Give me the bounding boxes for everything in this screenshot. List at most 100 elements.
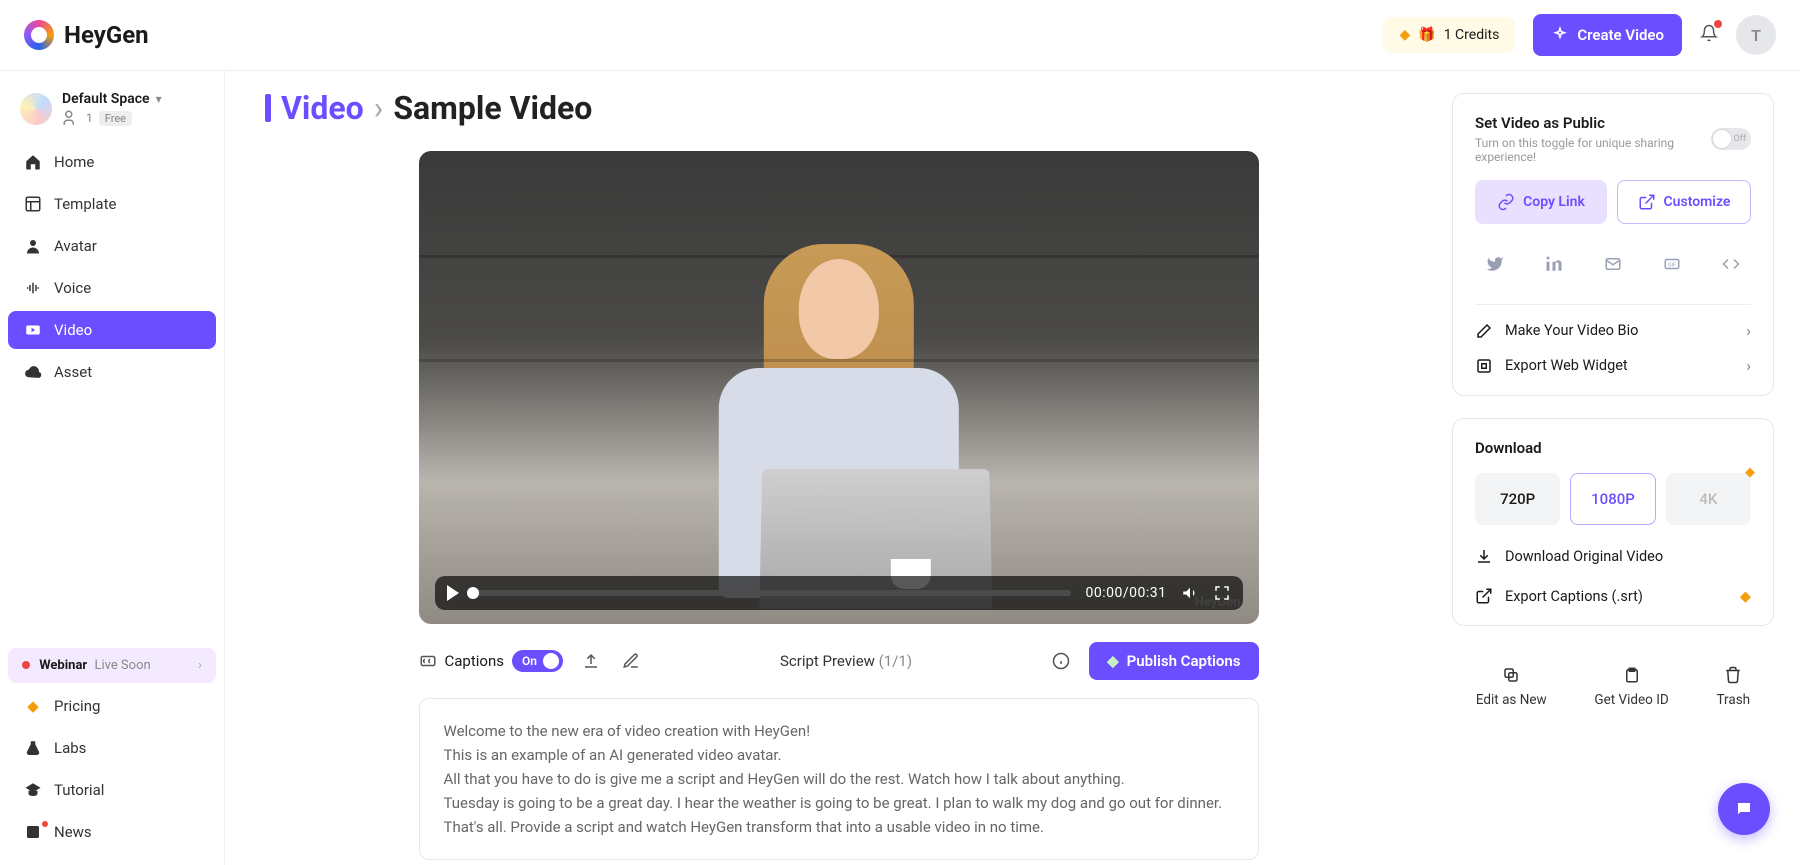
customize-button[interactable]: Customize: [1617, 180, 1751, 224]
set-public-subtitle: Turn on this toggle for unique sharing e…: [1475, 136, 1711, 164]
sidebar-item-label: Home: [54, 153, 94, 171]
edit-icon: [1475, 322, 1493, 340]
sidebar-item-asset[interactable]: Asset: [8, 353, 216, 391]
chevron-right-icon: ›: [374, 89, 384, 127]
sidebar-item-news[interactable]: News: [8, 813, 216, 851]
twitter-icon[interactable]: [1475, 244, 1515, 284]
create-video-label: Create Video: [1577, 26, 1664, 44]
edit-as-new-button[interactable]: Edit as New: [1476, 666, 1547, 708]
create-video-button[interactable]: Create Video: [1533, 14, 1682, 56]
captions-toggle[interactable]: On: [512, 650, 563, 672]
avatar-letter: T: [1751, 26, 1761, 45]
graduation-icon: [24, 781, 42, 799]
sidebar-item-label: Tutorial: [54, 781, 104, 799]
linkedin-icon[interactable]: [1534, 244, 1574, 284]
action-label: Edit as New: [1476, 692, 1547, 708]
download-original-button[interactable]: Download Original Video: [1475, 547, 1751, 565]
gift-icon: 🎁: [1418, 27, 1435, 43]
diamond-icon: ◆: [24, 697, 42, 715]
share-panel: Set Video as Public Turn on this toggle …: [1452, 93, 1774, 396]
cc-icon: [419, 652, 437, 670]
upload-captions-button[interactable]: [579, 649, 603, 673]
workspace-icon: [20, 93, 52, 125]
premium-badge-icon: ◆: [1745, 465, 1755, 480]
workspace-selector[interactable]: Default Space ▾ 1 Free: [8, 85, 216, 143]
live-dot-icon: [22, 661, 30, 669]
sidebar-item-label: Template: [54, 195, 116, 213]
sidebar-item-tutorial[interactable]: Tutorial: [8, 771, 216, 809]
accent-bar: [265, 94, 271, 122]
copy-icon: [1502, 666, 1520, 684]
make-video-bio-button[interactable]: Make Your Video Bio ›: [1475, 305, 1751, 340]
export-web-widget-button[interactable]: Export Web Widget ›: [1475, 340, 1751, 375]
sidebar-item-avatar[interactable]: Avatar: [8, 227, 216, 265]
customize-label: Customize: [1664, 194, 1731, 210]
chat-fab-button[interactable]: [1718, 783, 1770, 835]
export-captions-button[interactable]: Export Captions (.srt) ◆: [1475, 587, 1751, 605]
sidebar-item-labs[interactable]: Labs: [8, 729, 216, 767]
publish-label: Publish Captions: [1127, 652, 1241, 670]
script-preview-label: Script Preview: [780, 652, 875, 670]
sidebar: Default Space ▾ 1 Free Home: [0, 71, 225, 865]
resolution-720p[interactable]: 720P: [1475, 473, 1560, 525]
dl-item-label: Download Original Video: [1505, 548, 1663, 565]
volume-icon[interactable]: [1181, 584, 1199, 602]
home-icon: [24, 153, 42, 171]
link-icon: [1497, 193, 1515, 211]
resolution-1080p[interactable]: 1080P: [1570, 473, 1655, 525]
seek-bar[interactable]: [473, 590, 1072, 596]
script-count: (1/1): [879, 652, 912, 670]
diamond-icon: ◆: [1399, 27, 1410, 43]
info-button[interactable]: [1049, 649, 1073, 673]
credits-label: 1 Credits: [1444, 27, 1500, 43]
sidebar-item-label: Voice: [54, 279, 91, 297]
list-item-label: Export Web Widget: [1505, 357, 1628, 374]
sidebar-item-template[interactable]: Template: [8, 185, 216, 223]
video-icon: [24, 321, 42, 339]
trash-button[interactable]: Trash: [1717, 666, 1751, 708]
widget-icon: [1475, 357, 1493, 375]
person-icon: [24, 237, 42, 255]
sidebar-item-voice[interactable]: Voice: [8, 269, 216, 307]
sidebar-item-pricing[interactable]: ◆ Pricing: [8, 687, 216, 725]
chevron-right-icon: ›: [1746, 321, 1751, 340]
public-toggle[interactable]: Off: [1711, 128, 1751, 150]
external-icon: [1638, 193, 1656, 211]
webinar-label: Webinar: [39, 658, 87, 673]
gif-icon[interactable]: GIF: [1652, 244, 1692, 284]
logo[interactable]: HeyGen: [24, 20, 149, 50]
user-avatar[interactable]: T: [1736, 15, 1776, 55]
publish-captions-button[interactable]: ◆ Publish Captions: [1089, 642, 1258, 680]
webinar-banner[interactable]: Webinar Live Soon ›: [8, 648, 216, 683]
page-title: Sample Video: [393, 89, 592, 127]
video-player[interactable]: HeyGen 00:00/00:31: [419, 151, 1259, 624]
svg-text:GIF: GIF: [1668, 262, 1676, 268]
play-button[interactable]: [447, 585, 459, 601]
email-icon[interactable]: [1593, 244, 1633, 284]
credits-pill[interactable]: ◆ 🎁 1 Credits: [1383, 17, 1515, 53]
embed-icon[interactable]: [1711, 244, 1751, 284]
gem-icon: ◆: [1107, 652, 1119, 670]
download-icon: [1475, 547, 1493, 565]
notifications-button[interactable]: [1700, 24, 1718, 46]
set-public-title: Set Video as Public: [1475, 114, 1711, 132]
sidebar-item-label: Pricing: [54, 697, 100, 715]
breadcrumb: Video › Sample Video: [265, 89, 1412, 127]
sidebar-item-label: Video: [54, 321, 92, 339]
get-video-id-button[interactable]: Get Video ID: [1594, 666, 1668, 708]
copy-link-label: Copy Link: [1523, 194, 1585, 210]
layout-icon: [24, 195, 42, 213]
edit-captions-button[interactable]: [619, 649, 643, 673]
copy-link-button[interactable]: Copy Link: [1475, 180, 1607, 224]
sidebar-item-home[interactable]: Home: [8, 143, 216, 181]
sidebar-item-video[interactable]: Video: [8, 311, 216, 349]
resolution-4k[interactable]: 4K: [1666, 473, 1751, 525]
notification-dot: [1714, 20, 1722, 28]
fullscreen-icon[interactable]: [1213, 584, 1231, 602]
chat-icon: [1735, 800, 1753, 818]
workspace-members: 1: [86, 111, 93, 125]
toggle-state: On: [522, 654, 537, 668]
breadcrumb-root[interactable]: Video: [281, 89, 364, 127]
player-controls: 00:00/00:31: [435, 576, 1243, 610]
sidebar-item-label: News: [54, 823, 92, 841]
